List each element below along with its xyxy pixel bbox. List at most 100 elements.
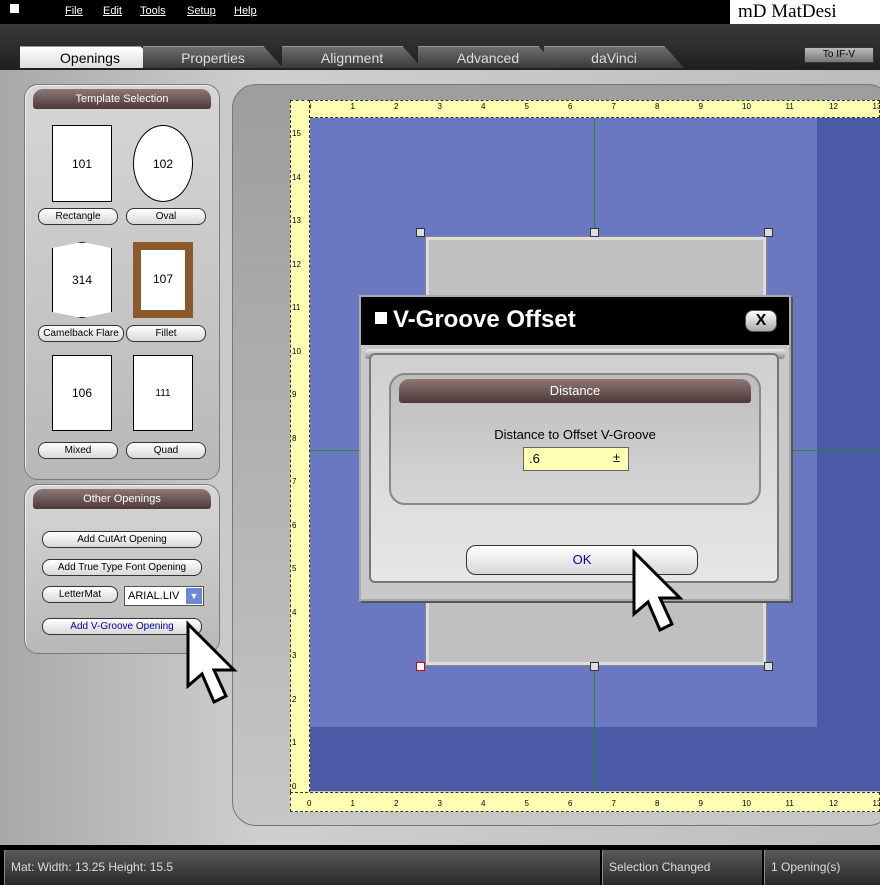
ruler-tick-label: 12 (829, 102, 838, 111)
template-102-oval[interactable]: 102 (133, 125, 193, 202)
add-cutart-button[interactable]: Add CutArt Opening (42, 531, 202, 548)
other-openings-title: Other Openings (33, 489, 211, 509)
menu-tools[interactable]: Tools (140, 5, 166, 17)
ruler-tick-label: 6 (568, 102, 573, 111)
add-vgroove-button[interactable]: Add V-Groove Opening (42, 618, 202, 635)
ruler-tick-label: 4 (481, 102, 486, 111)
distance-group-title: Distance (399, 379, 751, 403)
ruler-tick-label: 10 (292, 346, 301, 356)
ruler-tick-label: 11 (292, 303, 301, 312)
lettermat-button[interactable]: LetterMat (42, 586, 118, 603)
ruler-tick-label: 9 (698, 799, 703, 808)
ruler-tick-label: 7 (292, 477, 297, 486)
dialog-title: V-Groove Offset (393, 306, 576, 333)
system-menu-icon[interactable] (10, 4, 19, 13)
menu-help[interactable]: Help (234, 5, 257, 17)
mixed-button[interactable]: Mixed (38, 442, 118, 459)
template-111-quad[interactable]: 111 (133, 355, 193, 431)
ruler-left: 15 14 13 12 11 10 9 8 7 6 5 4 3 2 1 0 (290, 100, 310, 812)
ruler-bottom: 0 1 2 3 4 5 6 7 8 9 10 11 12 13 (290, 792, 880, 812)
fillet-button[interactable]: Fillet (126, 325, 206, 342)
dialog-menu-icon (375, 312, 387, 324)
oval-button[interactable]: Oval (126, 208, 206, 225)
template-106-mixed[interactable]: 106 (52, 355, 112, 431)
resize-handle-selected[interactable] (416, 662, 425, 671)
ruler-tick-label: 4 (481, 799, 486, 808)
ruler-tick-label: 10 (742, 102, 751, 111)
ruler-tick-label: 5 (292, 564, 297, 573)
ruler-tick-label: 1 (350, 102, 355, 111)
ruler-tick-label: 7 (611, 799, 616, 808)
mouse-pointer-icon (186, 620, 238, 705)
ruler-tick-label: 13 (292, 216, 301, 225)
dialog-titlebar[interactable]: V-Groove Offset X (361, 297, 789, 345)
ruler-tick-label: 7 (611, 102, 616, 111)
spinner-icon[interactable]: ± (613, 450, 620, 466)
tab-openings[interactable]: Openings (20, 46, 160, 68)
ruler-tick-label: 6 (292, 520, 297, 530)
tab-properties[interactable]: Properties (143, 46, 283, 68)
mouse-pointer-icon (632, 548, 684, 633)
ruler-tick-label: 3 (437, 102, 442, 111)
ruler-tick-label: 2 (394, 102, 399, 111)
resize-handle[interactable] (764, 228, 773, 237)
brand-logo: mD MatDesi (730, 0, 880, 24)
tab-advanced[interactable]: Advanced (418, 46, 558, 68)
ruler-tick-label: 5 (524, 102, 529, 111)
tab-davinci[interactable]: daVinci (544, 46, 684, 68)
rectangle-button[interactable]: Rectangle (38, 208, 118, 225)
ruler-tick-label: 4 (292, 607, 297, 617)
status-mat-size: Mat: Width: 13.25 Height: 15.5 (4, 850, 600, 885)
ruler-tick-label: 11 (785, 102, 794, 111)
ruler-tick-label: 8 (655, 102, 660, 111)
tab-alignment[interactable]: Alignment (282, 46, 422, 68)
distance-input[interactable]: .6 ± (523, 447, 629, 471)
mat-edge (817, 118, 880, 791)
ruler-tick-label: 0 (292, 781, 297, 791)
resize-handle[interactable] (590, 662, 599, 671)
camelback-flare-button[interactable]: Camelback Flare (38, 325, 124, 342)
ruler-tick-label: 12 (829, 799, 838, 808)
ruler-tick-label: 13 (872, 799, 880, 808)
template-314-camelback[interactable]: 314 (52, 242, 112, 318)
mat-edge-bottom (310, 727, 880, 791)
template-panel-title: Template Selection (33, 89, 211, 109)
distance-prompt: Distance to Offset V-Groove (494, 427, 656, 442)
ruler-tick-label: 9 (698, 102, 703, 111)
tab-bar: Openings Properties Alignment Advanced d… (0, 24, 880, 70)
menu-setup[interactable]: Setup (187, 5, 216, 17)
ruler-tick-label: 13 (872, 102, 880, 111)
add-truetype-button[interactable]: Add True Type Font Opening (42, 559, 202, 576)
ruler-tick-label: 15 (292, 129, 301, 138)
menu-edit[interactable]: Edit (103, 5, 122, 17)
ruler-tick-label: 3 (292, 651, 297, 660)
ruler-tick-label: 1 (350, 799, 355, 808)
font-select[interactable]: ARIAL.LIV ▼ (124, 586, 204, 606)
resize-handle[interactable] (416, 228, 425, 237)
ruler-tick-label: 11 (785, 799, 794, 808)
resize-handle[interactable] (590, 228, 599, 237)
ruler-tick-label: 3 (437, 799, 442, 808)
chevron-down-icon[interactable]: ▼ (186, 588, 202, 604)
vgroove-offset-dialog: V-Groove Offset X Distance Distance to O… (359, 295, 791, 601)
ruler-tick-label: 9 (292, 390, 297, 399)
distance-group: Distance Distance to Offset V-Groove .6 … (389, 373, 761, 505)
ruler-tick-label: 6 (568, 799, 573, 808)
ruler-tick-label: 0 (307, 799, 312, 808)
resize-handle[interactable] (764, 662, 773, 671)
close-icon[interactable]: X (745, 310, 777, 332)
ruler-tick-label: 8 (655, 799, 660, 808)
to-if-v-button[interactable]: To IF-V (804, 47, 874, 63)
quad-button[interactable]: Quad (126, 442, 206, 459)
template-101-rectangle[interactable]: 101 (52, 125, 112, 202)
ruler-tick-label: 5 (524, 799, 529, 808)
ruler-tick-label: 1 (292, 738, 297, 747)
dialog-inner: Distance Distance to Offset V-Groove .6 … (369, 353, 779, 583)
ruler-tick-label: 2 (394, 799, 399, 808)
template-107-fillet[interactable]: 107 (133, 242, 193, 318)
ruler-tick-label: 10 (742, 799, 751, 808)
ruler-tick-label: 2 (292, 694, 297, 704)
menu-bar: File Edit Tools Setup Help mD MatDesi (0, 0, 880, 24)
ruler-tick-label: 8 (292, 433, 297, 443)
menu-file[interactable]: File (65, 5, 83, 17)
